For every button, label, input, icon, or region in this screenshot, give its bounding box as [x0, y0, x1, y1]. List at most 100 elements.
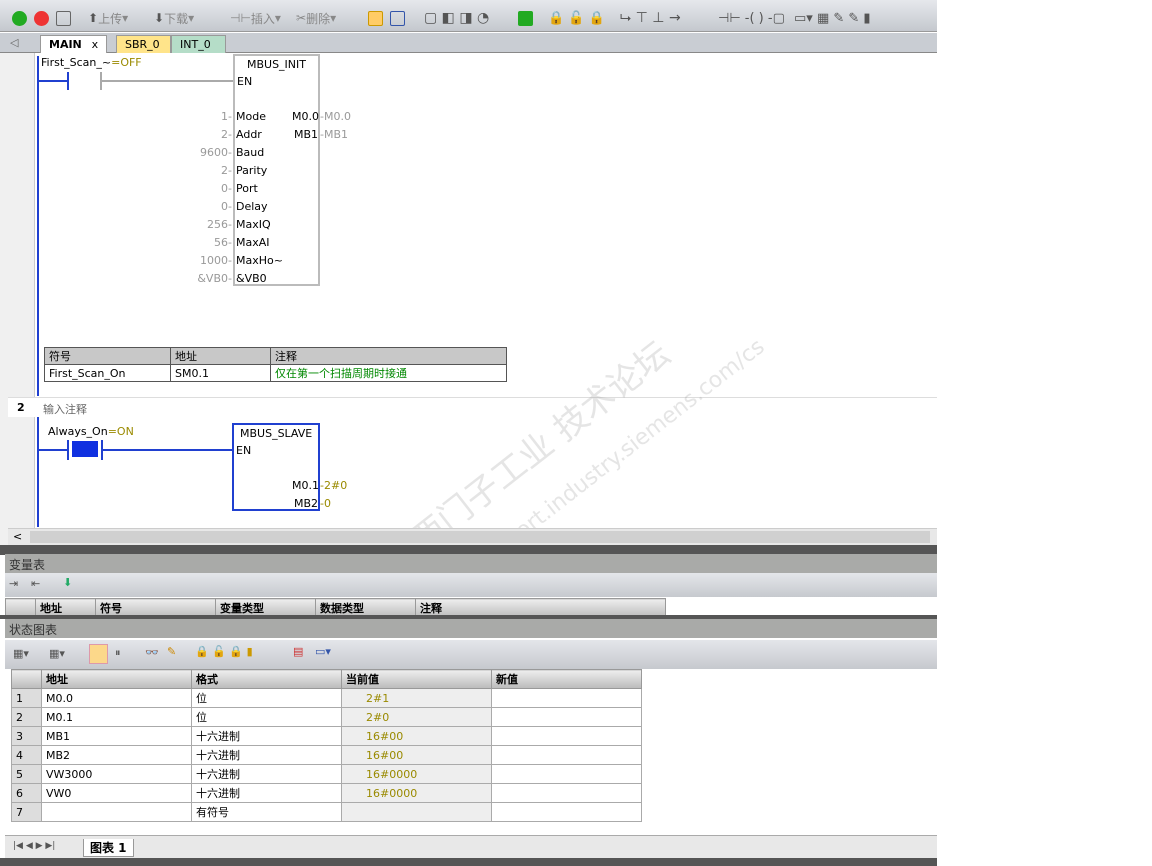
- table-row[interactable]: 4 MB2 十六进制 16#00: [11, 745, 642, 765]
- format-cell[interactable]: 位: [191, 688, 342, 708]
- output-value: -0: [320, 497, 331, 510]
- column-header[interactable]: 新值: [491, 669, 642, 689]
- tab-sbr0[interactable]: SBR_0: [116, 35, 171, 53]
- line-tools[interactable]: ⮡ ⊤ ⊥ →: [620, 9, 681, 27]
- new-value-cell[interactable]: [491, 764, 642, 784]
- row-number: 2: [11, 707, 42, 727]
- write-icon[interactable]: ✎: [167, 645, 176, 658]
- address-header: 地址: [170, 347, 271, 365]
- contact-first-scan-label: First_Scan_~=OFF: [41, 56, 142, 69]
- symbol-header: 符号: [44, 347, 171, 365]
- tab-main[interactable]: MAIN x: [40, 35, 108, 53]
- format-cell[interactable]: 十六进制: [191, 726, 342, 746]
- table-row[interactable]: 3 MB1 十六进制 16#00: [11, 726, 642, 746]
- compile-button[interactable]: [56, 9, 71, 27]
- scrollbar-thumb[interactable]: [30, 531, 930, 543]
- force-buttons[interactable]: 🔒 🔓 🔒: [548, 9, 605, 27]
- new-value-cell[interactable]: [491, 688, 642, 708]
- delete-button[interactable]: ✂ 删除 ▾: [296, 9, 336, 27]
- input-value: &VB0-: [197, 272, 232, 285]
- format-cell[interactable]: 位: [191, 707, 342, 727]
- address-cell[interactable]: VW0: [41, 783, 192, 803]
- delete-icon: ✂: [296, 11, 307, 25]
- input-value: 0-: [221, 200, 232, 213]
- contact-coil-box-tools[interactable]: ⊣⊢ -( ) -▢: [718, 9, 785, 27]
- input-value: 2-: [221, 164, 232, 177]
- row-number: 1: [11, 688, 42, 708]
- format-cell[interactable]: 十六进制: [191, 764, 342, 784]
- current-value-cell: 2#0: [341, 707, 492, 727]
- format-cell[interactable]: 十六进制: [191, 783, 342, 803]
- pause-status-button[interactable]: [390, 9, 405, 27]
- insert-row-icon[interactable]: ⇥: [9, 577, 18, 590]
- stop-button[interactable]: [34, 9, 49, 27]
- compile-icon: [56, 10, 71, 26]
- address-cell[interactable]: VW3000: [41, 764, 192, 784]
- input-pin: Port: [236, 182, 258, 195]
- column-header[interactable]: 当前值: [341, 669, 492, 689]
- table-row[interactable]: 7 有符号: [11, 802, 642, 822]
- pou-tab-bar: ◁ MAIN x SBR_0 INT_0: [0, 33, 937, 53]
- network-gutter: [0, 53, 35, 545]
- output-value: -2#0: [320, 479, 348, 492]
- download-button[interactable]: ⬇ 下载 ▾: [154, 9, 194, 27]
- sheet-tab-bar: |◀ ◀ ▶ ▶| 图表 1: [5, 835, 937, 858]
- program-status-button[interactable]: [368, 9, 383, 27]
- network-comment[interactable]: 输入注释: [43, 401, 87, 417]
- read-icon[interactable]: 👓: [145, 646, 159, 659]
- column-header[interactable]: 格式: [191, 669, 342, 689]
- insert-button[interactable]: ⊣⊢ 插入 ▾: [230, 9, 281, 27]
- delete-icon[interactable]: ▦▾: [49, 647, 65, 660]
- tab-int0[interactable]: INT_0: [171, 35, 226, 53]
- table-row[interactable]: 1 M0.0 位 2#1: [11, 688, 642, 708]
- wire: [38, 80, 68, 82]
- format-cell[interactable]: 有符号: [191, 802, 342, 822]
- column-header[interactable]: 地址: [41, 669, 192, 689]
- new-value-cell[interactable]: [491, 745, 642, 765]
- network-tools[interactable]: ▢ ◧ ◨ ◔: [424, 9, 489, 27]
- run-button[interactable]: [12, 9, 27, 27]
- network2-header[interactable]: 2 输入注释: [8, 397, 937, 417]
- new-value-cell[interactable]: [491, 707, 642, 727]
- contact-always-on-label: Always_On=ON: [48, 425, 134, 438]
- new-value-cell[interactable]: [491, 726, 642, 746]
- chart-status-button[interactable]: [89, 644, 108, 664]
- table-row[interactable]: 5 VW3000 十六进制 16#0000: [11, 764, 642, 784]
- import-icon[interactable]: ⬇: [63, 576, 72, 589]
- address-cell[interactable]: M0.0: [41, 688, 192, 708]
- sheet-tab-chart1[interactable]: 图表 1: [83, 839, 134, 857]
- tag-icon[interactable]: ▭▾: [315, 645, 331, 658]
- new-value-cell[interactable]: [491, 783, 642, 803]
- trend-icon[interactable]: ▤: [293, 645, 303, 658]
- new-value-cell[interactable]: [491, 802, 642, 822]
- address-cell[interactable]: [41, 802, 192, 822]
- row-number: 6: [11, 783, 42, 803]
- table-row[interactable]: 6 VW0 十六进制 16#0000: [11, 783, 642, 803]
- symbol-table: 符号 地址 注释 First_Scan_On SM0.1 仅在第一个扫描周期时接通: [44, 347, 507, 382]
- address-cell[interactable]: M0.1: [41, 707, 192, 727]
- tab-scroll-left-icon[interactable]: ◁: [10, 36, 18, 49]
- address-cell[interactable]: MB2: [41, 745, 192, 765]
- extra-tools[interactable]: ▭▾ ▦ ✎ ✎ ▮: [794, 9, 871, 27]
- contact-always-on[interactable]: [67, 440, 103, 460]
- status-chart-toolbar: ▦▾ ▦▾ ⏸ 👓 ✎ 🔒 🔓 🔒 ▮ ▤ ▭▾: [5, 640, 937, 669]
- delete-row-icon[interactable]: ⇤: [31, 577, 40, 590]
- input-pin: MaxAI: [236, 236, 270, 249]
- table-row[interactable]: 2 M0.1 位 2#0: [11, 707, 642, 727]
- scroll-left-button[interactable]: <: [13, 530, 22, 543]
- horizontal-scrollbar[interactable]: <: [8, 528, 937, 545]
- goto-button[interactable]: [518, 9, 533, 27]
- row-number: 7: [11, 802, 42, 822]
- format-cell[interactable]: 十六进制: [191, 745, 342, 765]
- wire: [101, 80, 233, 82]
- address-cell[interactable]: MB1: [41, 726, 192, 746]
- close-icon[interactable]: x: [92, 38, 99, 51]
- force-icons[interactable]: 🔒 🔓 🔒 ▮: [195, 645, 253, 658]
- row-number: 5: [11, 764, 42, 784]
- contact-first-scan[interactable]: [67, 72, 69, 90]
- pause-icon[interactable]: ⏸: [115, 646, 121, 660]
- upload-button[interactable]: ⬆ 上传 ▾: [88, 9, 128, 27]
- ladder-editor[interactable]: [0, 53, 937, 528]
- sheet-nav-icons[interactable]: |◀ ◀ ▶ ▶|: [13, 841, 55, 851]
- insert-icon[interactable]: ▦▾: [13, 647, 29, 660]
